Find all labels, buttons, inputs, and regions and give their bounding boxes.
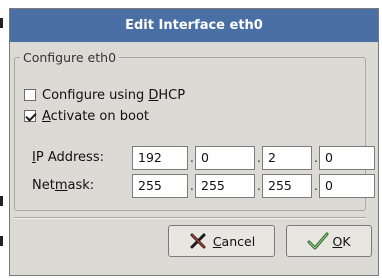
x-mark-icon <box>188 231 208 251</box>
ip-dot: . <box>257 151 261 165</box>
ip-octet-2-field[interactable]: 0 <box>195 146 255 170</box>
ok-label: OK <box>332 233 351 249</box>
activate-on-boot-label: Activate on boot <box>42 108 149 124</box>
dhcp-label: Configure using DHCP <box>42 87 186 103</box>
dialog-title: Edit Interface eth0 <box>125 18 263 33</box>
netmask-dot: . <box>257 179 261 193</box>
edge-mark <box>0 18 3 28</box>
cancel-label: Cancel <box>212 233 256 249</box>
netmask-octet-1-field[interactable]: 255 <box>132 174 188 198</box>
ip-octet-1-field[interactable]: 192 <box>132 146 188 170</box>
dhcp-checkbox[interactable] <box>24 89 36 101</box>
cancel-button[interactable]: Cancel <box>168 225 275 257</box>
ip-address-label: IP Address: <box>32 150 104 165</box>
netmask-octet-2-field[interactable]: 255 <box>195 174 255 198</box>
netmask-label: Netmask: <box>32 178 95 193</box>
ip-dot: . <box>190 151 194 165</box>
ip-octet-3-field[interactable]: 2 <box>262 146 312 170</box>
dialog-titlebar[interactable]: Edit Interface eth0 <box>10 9 378 42</box>
netmask-dot: . <box>314 179 318 193</box>
netmask-octet-4-field[interactable]: 0 <box>319 174 375 198</box>
dhcp-checkbox-row[interactable]: Configure using DHCP <box>24 86 185 104</box>
ip-dot: . <box>314 151 318 165</box>
netmask-dot: . <box>190 179 194 193</box>
netmask-octet-3-field[interactable]: 255 <box>262 174 312 198</box>
checkmark-hand-icon <box>307 231 329 251</box>
background-edge <box>0 0 9 278</box>
configure-group-title: Configure eth0 <box>20 50 120 65</box>
activate-on-boot-checkbox[interactable] <box>24 110 36 122</box>
ip-octet-4-field[interactable]: 0 <box>319 146 375 170</box>
activate-on-boot-row[interactable]: Activate on boot <box>24 107 149 125</box>
ok-button[interactable]: OK <box>286 225 372 257</box>
edge-mark <box>0 236 3 246</box>
edge-mark <box>0 196 3 206</box>
button-separator <box>14 217 366 219</box>
